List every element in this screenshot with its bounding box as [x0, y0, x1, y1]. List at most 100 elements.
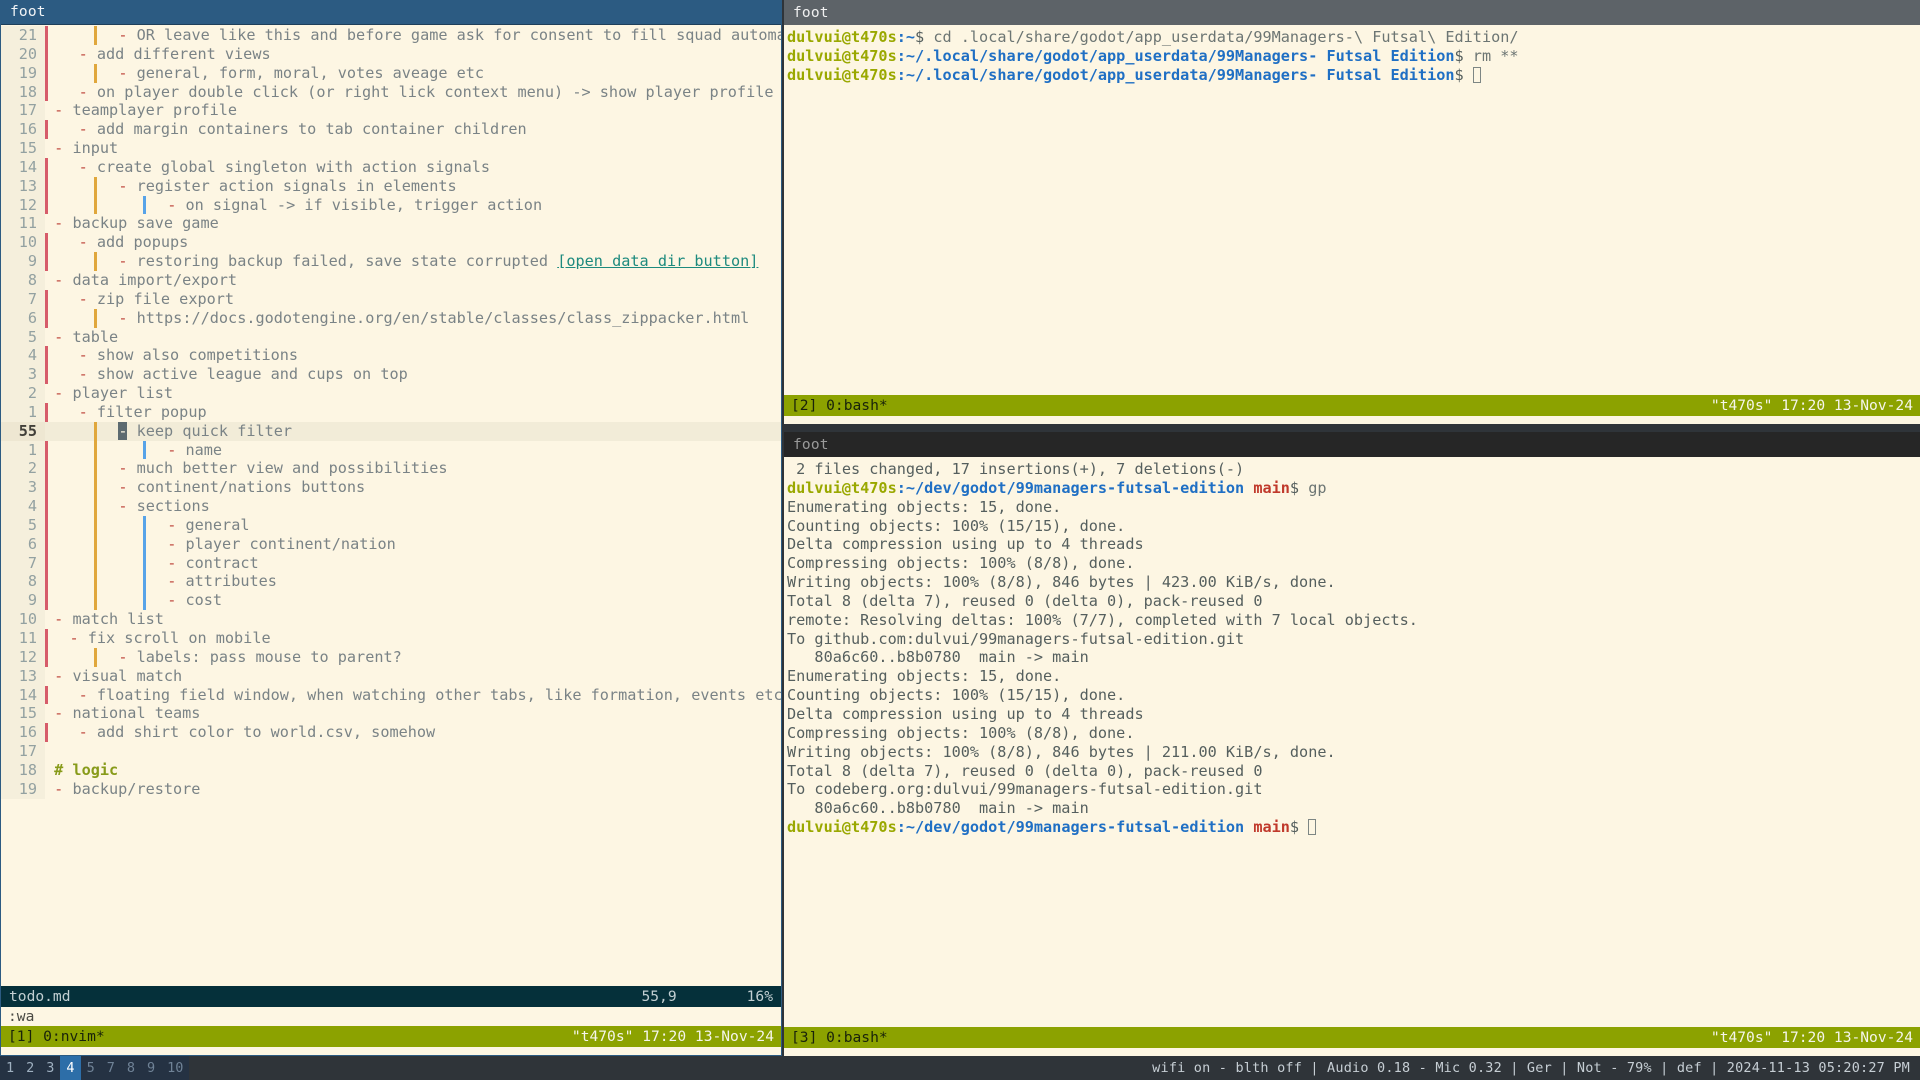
editor-line[interactable]: 14 - floating field window, when watchin…: [1, 685, 781, 705]
editor-line[interactable]: 9 - cost: [1, 591, 781, 611]
terminal-bottom-output[interactable]: 2 files changed, 17 insertions(+), 7 del…: [784, 457, 1920, 1027]
list-bullet: -: [78, 685, 88, 704]
indent-guide: [118, 572, 145, 591]
line-text: labels: pass mouse to parent?: [127, 647, 402, 666]
editor-line[interactable]: 18 - on player double click (or right li…: [1, 82, 781, 102]
editor-line[interactable]: 12 - on signal -> if visible, trigger ac…: [1, 195, 781, 215]
editor-line[interactable]: 5 - general: [1, 515, 781, 535]
editor-line[interactable]: 2 - much better view and possibilities: [1, 459, 781, 479]
workspace-button-3[interactable]: 3: [40, 1056, 60, 1080]
line-number: 1: [1, 402, 45, 422]
editor-line[interactable]: 18 # logic: [1, 760, 781, 780]
workspace-button-8[interactable]: 8: [121, 1056, 141, 1080]
list-bullet: -: [54, 779, 64, 798]
editor-line[interactable]: 7 - contract: [1, 553, 781, 573]
editor-line[interactable]: 13 - visual match: [1, 666, 781, 686]
line-text: fix scroll on mobile: [78, 629, 271, 647]
line-number: 2: [1, 384, 45, 403]
indent-guide: [45, 478, 72, 498]
editor-line[interactable]: 6 - https://docs.godotengine.org/en/stab…: [1, 308, 781, 328]
editor-line[interactable]: 3 - show active league and cups on top: [1, 365, 781, 385]
workspace-button-9[interactable]: 9: [141, 1056, 161, 1080]
indent-guide: [93, 572, 121, 592]
statusline-filename: todo.md: [9, 988, 71, 1005]
editor-line[interactable]: 2 - player list: [1, 384, 781, 403]
editor-line[interactable]: 4 - show also competitions: [1, 346, 781, 366]
editor-line[interactable]: 3 - continent/nations buttons: [1, 478, 781, 498]
tmux-statusbar-nvim[interactable]: [1] 0:nvim* "t470s" 17:20 13-Nov-24: [1, 1026, 781, 1047]
editor-line[interactable]: 14 - create global singleton with action…: [1, 157, 781, 177]
line-number: 21: [1, 26, 45, 45]
workspace-button-5[interactable]: 5: [81, 1056, 101, 1080]
markdown-link[interactable]: [open data dir button]: [557, 252, 758, 270]
line-content: - much better view and possibilities: [45, 459, 781, 479]
editor-line[interactable]: 5 - table: [1, 327, 781, 347]
workspace-button-1[interactable]: 1: [0, 1056, 20, 1080]
editor-line[interactable]: 17 - teamplayer profile: [1, 101, 781, 121]
editor-text-area[interactable]: 21 - OR leave like this and before game …: [1, 25, 781, 986]
editor-line[interactable]: 6 - player continent/nation: [1, 534, 781, 554]
editor-line[interactable]: 7 - zip file export: [1, 289, 781, 309]
editor-line[interactable]: 8 - data import/export: [1, 270, 781, 290]
editor-line[interactable]: 10 - add popups: [1, 233, 781, 253]
line-content: - match list: [45, 610, 781, 629]
line-text: visual match: [63, 666, 183, 685]
editor-line[interactable]: 1 - filter popup: [1, 402, 781, 422]
terminal-top-pane[interactable]: dulvui@t470s:~$ cd .local/share/godot/ap…: [784, 25, 1920, 424]
editor-line[interactable]: 19 - general, form, moral, votes aveage …: [1, 63, 781, 83]
window-terminal-bottom[interactable]: foot 2 files changed, 17 insertions(+), …: [784, 432, 1920, 1056]
editor-line[interactable]: 16 - add shirt color to world.csv, someh…: [1, 723, 781, 743]
editor-line[interactable]: 19 - backup/restore: [1, 779, 781, 799]
editor-line[interactable]: 13 - register action signals in elements: [1, 176, 781, 196]
editor-line[interactable]: 20 - add different views: [1, 44, 781, 64]
nvim-pane[interactable]: 21 - OR leave like this and before game …: [1, 25, 781, 1055]
tmux-host-clock-3: "t470s" 17:20 13-Nov-24: [1710, 1029, 1913, 1046]
editor-line[interactable]: 9 - restoring backup failed, save state …: [1, 252, 781, 271]
editor-line[interactable]: 21 - OR leave like this and before game …: [1, 26, 781, 45]
workspace-button-2[interactable]: 2: [20, 1056, 40, 1080]
tmux-statusbar-bottom[interactable]: [3] 0:bash* "t470s" 17:20 13-Nov-24: [784, 1027, 1920, 1048]
terminal-top-output[interactable]: dulvui@t470s:~$ cd .local/share/godot/ap…: [784, 25, 1920, 395]
editor-line[interactable]: 15 - input: [1, 139, 781, 158]
terminal-top-line: dulvui@t470s:~$ cd .local/share/godot/ap…: [787, 28, 1920, 47]
editor-line[interactable]: 4 - sections: [1, 497, 781, 516]
line-text: keep quick filter: [127, 421, 293, 440]
list-bullet: -: [78, 346, 88, 365]
window-terminal-top[interactable]: foot dulvui@t470s:~$ cd .local/share/god…: [784, 0, 1920, 424]
line-content: - labels: pass mouse to parent?: [45, 647, 781, 667]
line-content: - on player double click (or right lick …: [45, 82, 781, 102]
tmux-window-list-1[interactable]: [1] 0:nvim*: [8, 1028, 105, 1045]
editor-line[interactable]: 11 - fix scroll on mobile: [1, 629, 781, 648]
editor-line[interactable]: 55 - keep quick filter: [1, 421, 781, 441]
editor-line[interactable]: 15 - national teams: [1, 704, 781, 724]
line-number: 10: [1, 233, 45, 253]
prompt-symbol: $: [1289, 818, 1300, 837]
tmux-statusbar-top[interactable]: [2] 0:bash* "t470s" 17:20 13-Nov-24: [784, 395, 1920, 416]
workspace-switcher[interactable]: 1 2 3 4 5 7 8 9 10: [0, 1056, 190, 1080]
editor-line[interactable]: 17: [1, 742, 781, 761]
editor-line[interactable]: 16 - add margin containers to tab contai…: [1, 120, 781, 140]
editor-line[interactable]: 11 - backup save game: [1, 214, 781, 234]
window-nvim[interactable]: foot 21 - OR leave like this and before …: [0, 0, 782, 1056]
workspace-button-4[interactable]: 4: [60, 1056, 81, 1080]
desktop-taskbar[interactable]: 1 2 3 4 5 7 8 9 10 wifi on - blth off | Audio 0.…: [0, 1056, 1920, 1080]
line-text: zip file export: [87, 289, 235, 308]
workspace-button-7[interactable]: 7: [101, 1056, 121, 1080]
editor-line[interactable]: 8 - attributes: [1, 572, 781, 592]
indent-guide: [69, 535, 96, 554]
editor-line[interactable]: 12 - labels: pass mouse to parent?: [1, 647, 781, 667]
editor-line[interactable]: 1 - name: [1, 440, 781, 460]
taskbar-status: wifi on - blth off | Audio 0.18 - Mic 0.…: [1152, 1060, 1910, 1076]
indent-guide: [93, 534, 121, 554]
terminal-cursor: [1308, 819, 1317, 836]
markdown-heading: # logic: [54, 760, 119, 779]
vim-command-line[interactable]: :wa: [1, 1007, 781, 1026]
terminal-bottom-line: 80a6c60..b8b0780 main -> main: [787, 648, 1089, 667]
line-content: - sections: [45, 497, 781, 516]
terminal-bottom-pane[interactable]: 2 files changed, 17 insertions(+), 7 del…: [784, 457, 1920, 1056]
editor-line[interactable]: 10 - match list: [1, 610, 781, 629]
tmux-window-list-3[interactable]: [3] 0:bash*: [791, 1029, 888, 1046]
terminal-bottom-line: Counting objects: 100% (15/15), done.: [787, 686, 1126, 705]
workspace-button-10[interactable]: 10: [161, 1056, 189, 1080]
tmux-window-list-2[interactable]: [2] 0:bash*: [791, 397, 888, 414]
